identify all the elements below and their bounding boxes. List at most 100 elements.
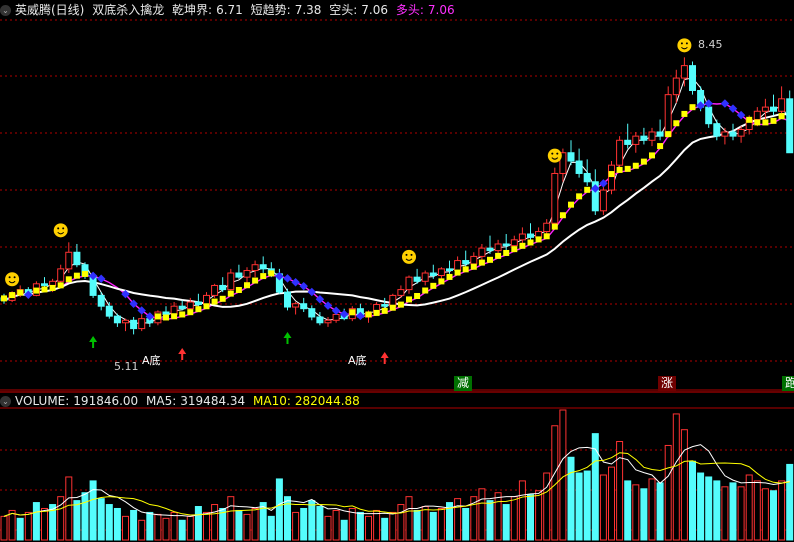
trend-block	[406, 296, 412, 303]
volume-bar	[356, 511, 364, 541]
candle-body	[41, 283, 48, 286]
trend-block	[219, 295, 226, 302]
collapse-icon[interactable]: ⌄	[0, 396, 11, 407]
trend-block	[689, 104, 696, 111]
volume-bar	[559, 409, 567, 541]
smiley-eye	[405, 253, 408, 256]
candle-body	[259, 264, 267, 270]
trend-block	[73, 272, 80, 279]
volume-bar	[292, 511, 300, 541]
volume-bar	[16, 517, 24, 541]
smiley-eye	[13, 276, 16, 279]
volume-bar	[365, 515, 372, 541]
smiley-eye	[551, 152, 554, 155]
candle-body	[413, 276, 421, 282]
trend-block	[770, 117, 777, 124]
volume-bar	[24, 511, 32, 541]
short-trend-value: 7.38	[294, 3, 322, 17]
candle-body	[729, 131, 737, 137]
candle-body	[421, 272, 429, 282]
candle-body	[689, 65, 696, 92]
volume-bar	[405, 496, 413, 541]
trend-block	[624, 165, 631, 172]
volume-bar	[146, 511, 154, 541]
candle-body	[680, 65, 688, 79]
volume-bar	[454, 498, 462, 541]
candle-body	[551, 172, 559, 224]
candles	[0, 57, 794, 335]
candle-body	[486, 247, 494, 252]
candle-body	[97, 294, 105, 307]
buy-arrow-green-icon	[89, 336, 98, 348]
candle-body	[300, 303, 308, 310]
trend-block	[389, 304, 396, 311]
volume-bar	[770, 490, 777, 541]
volume-bars	[0, 409, 794, 541]
signal-marks: 8.45 5.11 A底 A底	[5, 38, 723, 373]
candle-body	[527, 233, 534, 238]
candle-body	[632, 135, 640, 145]
candle-body	[640, 135, 648, 141]
duo-value: 7.06	[427, 3, 455, 17]
candle-body	[502, 243, 510, 247]
volume-bar	[186, 515, 194, 541]
collapse-icon[interactable]: ⌄	[0, 5, 11, 16]
candle-body	[219, 284, 227, 291]
trend-block	[640, 158, 647, 165]
candle-body	[713, 123, 721, 137]
candle-body	[178, 305, 186, 310]
candle-body	[721, 131, 729, 137]
trend-block	[373, 309, 380, 316]
candle-body	[65, 251, 73, 270]
ma10-label: MA10:	[253, 394, 291, 408]
volume-bar	[567, 456, 575, 541]
trend-block	[559, 212, 566, 219]
candle-body	[446, 268, 453, 272]
volume-bar	[41, 507, 48, 541]
candle-body	[308, 308, 316, 318]
trend-block	[503, 249, 510, 256]
candle-body	[470, 255, 478, 265]
volume-bar	[194, 506, 202, 541]
candle-body	[389, 294, 397, 307]
kong-diamond	[720, 99, 730, 108]
high-price-label: 8.45	[698, 38, 723, 51]
trend-block	[754, 119, 761, 126]
kong-value: 7.06	[361, 3, 388, 17]
volume-bar	[81, 492, 89, 541]
trend-block	[576, 193, 583, 200]
short-trend-label: 短趋势:	[250, 3, 291, 17]
smiley-eye	[556, 152, 559, 155]
trend-block	[17, 289, 24, 296]
trend-block	[171, 313, 178, 320]
low-price-label: 5.11	[114, 360, 139, 373]
trend-block	[430, 282, 437, 289]
trend-block	[495, 252, 502, 259]
trend-block	[657, 143, 664, 150]
smiley-icon	[5, 272, 20, 287]
volume-bar	[170, 511, 178, 541]
volume-bar	[689, 460, 696, 541]
trend-block	[397, 301, 404, 308]
volume-bar	[397, 504, 405, 541]
trend-block	[454, 269, 461, 276]
smiley-icon	[677, 38, 692, 53]
volume-bar	[608, 466, 615, 541]
volume-bar	[737, 486, 745, 541]
candle-body	[332, 313, 340, 321]
volume-bar	[32, 502, 40, 541]
volume-bar	[275, 478, 283, 541]
kline-chart: 8.45 5.11 A底 A底	[0, 19, 794, 541]
volume-bar	[73, 500, 81, 541]
trend-block	[746, 116, 753, 123]
buy-arrow-red-icon	[178, 348, 187, 360]
trend-block	[487, 256, 493, 263]
trend-block	[584, 186, 591, 193]
trend-block	[446, 273, 453, 280]
volume-bar	[122, 515, 129, 541]
trend-block	[268, 270, 275, 277]
candle-body	[186, 301, 194, 310]
trend-block	[762, 119, 769, 126]
volume-value: 191846.00	[73, 394, 139, 408]
trend-block	[568, 201, 574, 208]
